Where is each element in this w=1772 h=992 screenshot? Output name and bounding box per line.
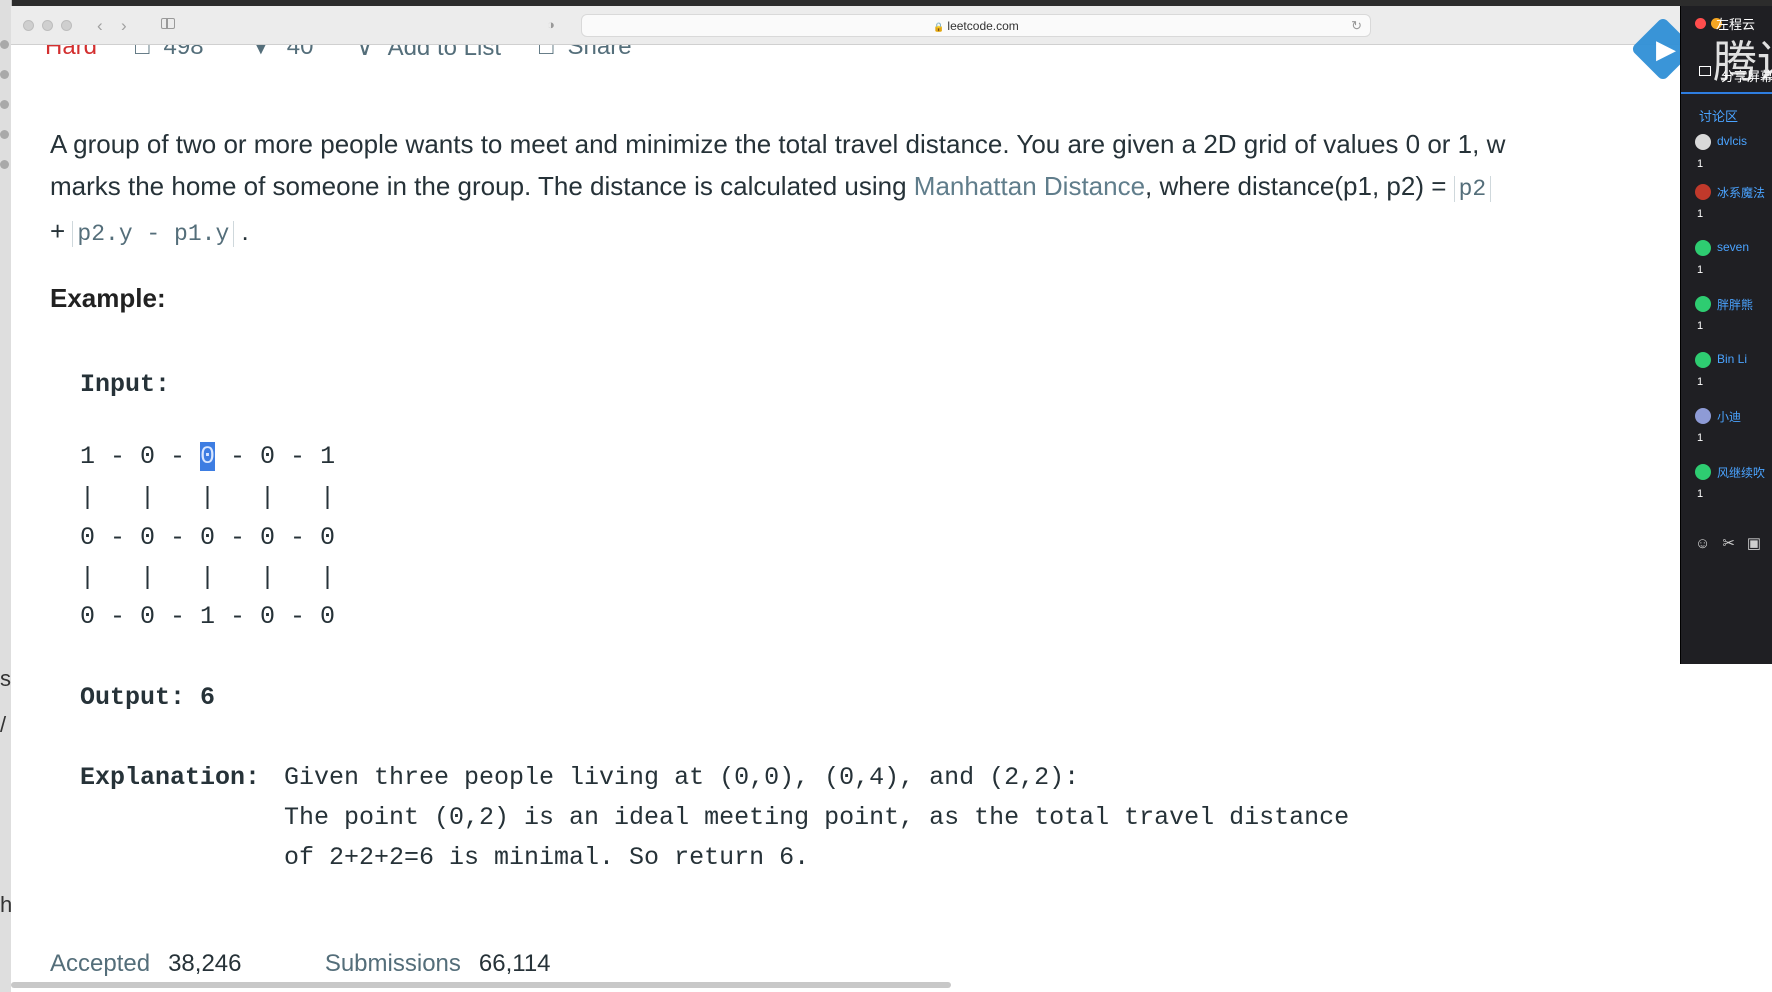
explanation-label: Explanation: <box>80 763 261 792</box>
avatar <box>1695 184 1711 200</box>
description-text: , where distance(p1, p2) = <box>1145 171 1454 201</box>
explanation-line: of 2+2+2=6 is minimal. So return 6. <box>284 843 810 872</box>
horizontal-scrollbar[interactable] <box>11 982 951 988</box>
chat-text: 1 <box>1697 376 1704 388</box>
chat-sender: dvlcis <box>1717 134 1748 148</box>
submission-stats: Accepted 38,246 Submissions 66,114 <box>50 950 551 978</box>
add-to-list-button[interactable]: ∨ Add to List <box>356 45 501 62</box>
chat-text: 1 <box>1697 432 1704 444</box>
likes-count: 498 <box>163 45 204 60</box>
recording-dot-icon <box>1695 18 1706 29</box>
share-icon: □ <box>539 45 554 60</box>
description-line: marks the home of someone in the group. … <box>50 165 1680 210</box>
sidebar-icon[interactable] <box>161 18 175 29</box>
difficulty-label: Hard <box>45 45 98 60</box>
explanation-line: The point (0,2) is an ideal meeting poin… <box>284 803 1350 832</box>
output-value: 6 <box>200 683 216 712</box>
example-heading: Example: <box>50 283 166 313</box>
avatar <box>1695 464 1711 480</box>
grid-row: 1 - 0 - 0 - 0 - 1 <box>80 442 335 471</box>
shield-icon[interactable]: ◑ <box>547 17 555 32</box>
chat-text: 1 <box>1697 488 1704 500</box>
description-text: marks the home of someone in the group. … <box>50 171 914 201</box>
submissions-value: 66,114 <box>478 950 551 977</box>
grid-row: 0 - 0 - 1 - 0 - 0 <box>80 602 336 631</box>
zoom-window-button[interactable] <box>61 20 72 31</box>
reload-icon[interactable]: ↻ <box>1351 18 1362 34</box>
inline-code: p2.y - p1.y <box>72 221 235 247</box>
address-bar[interactable]: 🔒 leetcode.com ↻ <box>581 14 1371 37</box>
avatar <box>1695 134 1711 150</box>
screen-share-icon <box>1699 66 1711 76</box>
chat-sender: 风继续吹 <box>1717 466 1766 480</box>
submissions-label: Submissions <box>324 950 461 977</box>
add-to-list-label: Add to List <box>387 45 501 61</box>
tab-discussion[interactable]: 讨论区 <box>1699 106 1738 125</box>
input-label: Input: <box>80 370 171 399</box>
description-line: + p2.y - p1.y . <box>50 210 1680 255</box>
problem-description: A group of two or more people wants to m… <box>50 123 1680 255</box>
folder-icon <box>0 130 9 139</box>
folder-icon <box>0 160 9 169</box>
dislikes-count: 40 <box>286 45 314 60</box>
avatar <box>1695 296 1711 312</box>
share-screen-button[interactable]: 分享屏幕 <box>1721 66 1772 85</box>
grid-text: 1 - 0 - <box>80 442 201 471</box>
chat-text: 1 <box>1697 208 1704 220</box>
chat-text: 1 <box>1697 264 1704 276</box>
description-text: . <box>234 216 249 246</box>
chat-text: 1 <box>1697 320 1704 332</box>
url-text: leetcode.com <box>947 19 1019 33</box>
image-icon[interactable]: ▣ <box>1747 535 1761 552</box>
background-text: / <box>0 712 7 737</box>
grid-text: - 0 - 1 <box>215 442 336 471</box>
chat-sender: 小迪 <box>1717 410 1742 424</box>
description-text: + <box>50 216 73 246</box>
avatar <box>1695 352 1711 368</box>
output-line: Output: 6 <box>80 683 215 712</box>
folder-icon <box>0 100 9 109</box>
folder-icon <box>0 70 9 79</box>
tab-divider <box>1681 92 1772 94</box>
page-content: Hard □ 498 ▼ 40 ∨ Add to List □ Share A grou… <box>11 45 1680 992</box>
share-button[interactable]: □ Share <box>539 45 632 61</box>
browser-toolbar: ‹ › ◑ 🔒 leetcode.com ↻ <box>11 6 1680 45</box>
chat-sender: seven <box>1717 240 1750 254</box>
selected-text: 0 <box>200 442 216 471</box>
accepted-label: Accepted <box>50 950 151 977</box>
scissors-icon[interactable]: ✂ <box>1722 535 1735 552</box>
inline-code: p2 <box>1453 176 1492 202</box>
chevron-down-icon: ∨ <box>356 45 374 61</box>
chat-sender: 胖胖熊 <box>1717 298 1754 312</box>
chat-sender: 冰系魔法 <box>1717 186 1766 200</box>
chat-sender: Bin Li <box>1717 352 1748 366</box>
meeting-chat-panel: 左程云 腾讯 分享屏幕 讨论区 dvlcis 1 冰系魔法 1 seven 1 … <box>1680 6 1772 664</box>
dislike-button[interactable]: ▼ 40 <box>249 45 313 61</box>
close-window-button[interactable] <box>23 20 34 31</box>
grid-separator: | | | | | <box>80 483 336 512</box>
grid-row: 0 - 0 - 0 - 0 - 0 <box>80 523 336 552</box>
accepted-value: 38,246 <box>168 950 242 977</box>
chat-text: 1 <box>1697 158 1704 170</box>
grid-separator: | | | | | <box>80 563 336 592</box>
folder-icon <box>0 40 9 49</box>
share-label: Share <box>567 45 632 60</box>
description-line: A group of two or more people wants to m… <box>50 129 1506 159</box>
background-text: s <box>0 666 11 691</box>
chevron-left-icon[interactable]: ‹ <box>97 17 103 34</box>
manhattan-distance-link[interactable]: Manhattan Distance <box>914 171 1145 201</box>
chevron-right-icon[interactable]: › <box>121 17 127 34</box>
avatar <box>1695 408 1711 424</box>
avatar <box>1695 240 1711 256</box>
lock-icon: 🔒 <box>933 22 945 32</box>
thumbs-up-icon: □ <box>135 45 150 60</box>
output-label: Output: <box>80 683 186 712</box>
play-icon: ▶ <box>1656 34 1676 64</box>
thumbs-down-icon: ▼ <box>249 45 273 60</box>
minimize-window-button[interactable] <box>42 20 53 31</box>
explanation-line: Given three people living at (0,0), (0,4… <box>284 763 1080 792</box>
emoji-icon[interactable]: ☺ <box>1695 535 1710 552</box>
like-button[interactable]: □ 498 <box>135 45 204 61</box>
chat-toolbar: ☺ ✂ ▣ <box>1695 534 1772 552</box>
